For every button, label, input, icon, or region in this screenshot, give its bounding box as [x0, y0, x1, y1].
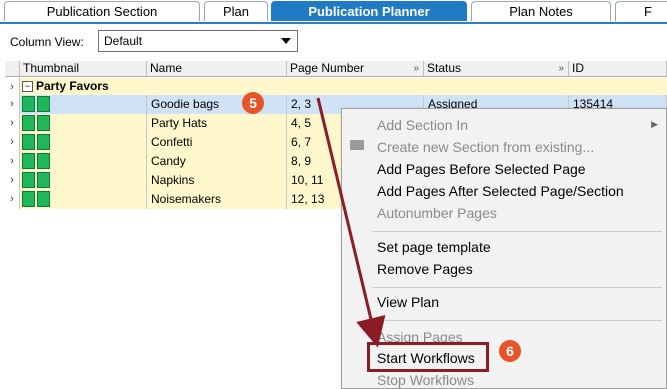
- annotation-arrow: [316, 97, 386, 348]
- step-badge-5: 5: [242, 92, 264, 114]
- step-badge-6: 6: [499, 340, 521, 362]
